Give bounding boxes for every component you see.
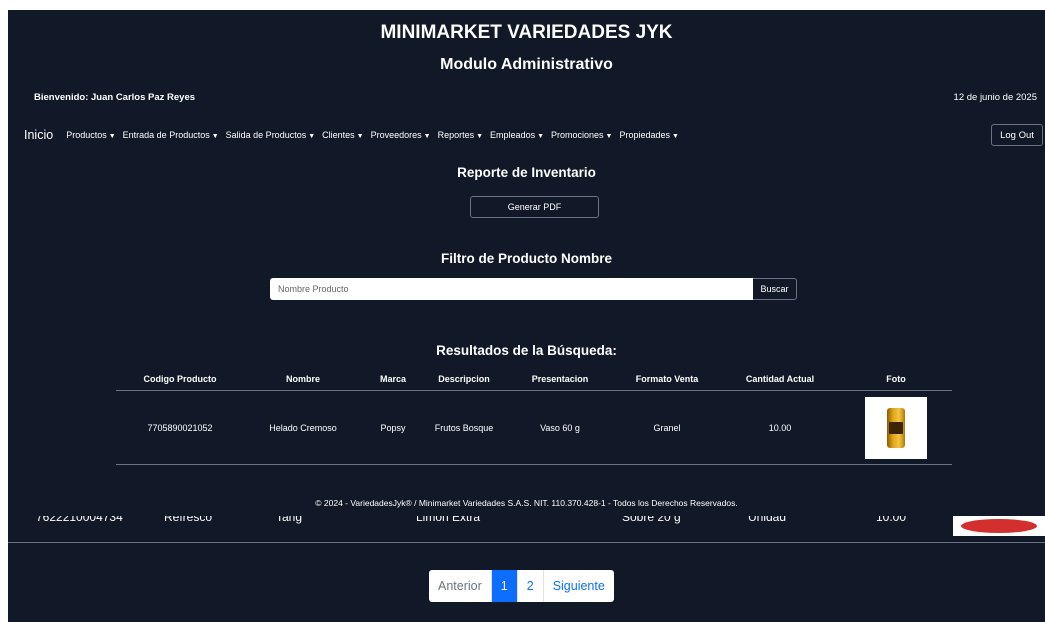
column-header: Foto [886,374,906,384]
nav-label: Proveedores [370,130,422,140]
admin-page: MINIMARKET VARIEDADES JYK Modulo Adminis… [8,10,1045,622]
cell-foto [842,396,950,459]
nav-entrada-productos[interactable]: Entrada de Productos ▼ [123,130,219,140]
caret-down-icon: ▼ [108,133,116,140]
cell-cantidad: 10.00 [768,422,792,433]
column-header: Marca [379,374,406,384]
nav-proveedores[interactable]: Proveedores ▼ [371,130,431,140]
column-header: Formato Venta [635,374,699,384]
product-name-input[interactable]: Nombre Producto [270,278,753,300]
nav-home[interactable]: Inicio [24,128,53,142]
nav-label: Propiedades [619,130,671,140]
cell-marca: Tang [276,516,303,524]
current-date: 12 de junio de 2025 [953,92,1037,103]
cell-formato: Granel [653,422,681,433]
column-header: Presentacion [531,374,589,384]
column-header: Descripcion [438,374,490,384]
filter-title: Filtro de Producto Nombre [440,251,612,266]
nav-propiedades[interactable]: Propiedades ▼ [619,130,678,140]
caret-down-icon: ▼ [672,133,679,140]
site-title: MINIMARKET VARIEDADES JYK [380,22,673,43]
nav-clientes[interactable]: Clientes ▼ [322,130,363,140]
pagination-previous[interactable]: Anterior [429,570,492,602]
nav-empleados[interactable]: Empleados ▼ [490,130,544,140]
caret-down-icon: ▼ [423,133,431,140]
welcome-text: Bienvenido: Juan Carlos Paz Reyes [34,92,196,103]
cell-nombre: Refresco [164,516,213,524]
pagination-page-1[interactable]: 1 [491,570,518,602]
logout-button[interactable]: Log Out [991,124,1043,146]
column-header: Cantidad Actual [745,374,815,384]
column-header: Codigo Producto [143,374,217,384]
search-button[interactable]: Buscar [753,278,797,300]
nav-label: Clientes [322,130,355,140]
background-table-row: 7622210004734 Refresco Tang Limon Extra … [8,516,1045,543]
nav-label: Promociones [551,130,604,140]
cell-nombre: Helado Cremoso [269,422,337,433]
cell-descripcion: Limon Extra [416,516,481,524]
product-photo [865,396,927,459]
generate-pdf-button[interactable]: Generar PDF [470,196,599,218]
product-photo [953,516,1045,536]
cell-presentacion: Sobre 20 g [622,516,681,524]
caret-down-icon: ▼ [211,133,219,140]
table-header: Codigo Producto Nombre Marca Descripcion… [116,368,952,391]
nav-salida-productos[interactable]: Salida de Productos ▼ [226,130,316,140]
results-table: Codigo Producto Nombre Marca Descripcion… [116,368,952,465]
nav-promociones[interactable]: Promociones ▼ [551,130,612,140]
module-title: Modulo Administrativo [440,56,613,73]
cell-codigo: 7622210004734 [36,516,123,524]
caret-down-icon: ▼ [356,133,364,140]
caret-down-icon: ▼ [537,133,545,140]
pagination-page-2[interactable]: 2 [518,570,544,602]
nav-label: Empleados [490,130,536,140]
column-header: Nombre [285,374,320,384]
caret-down-icon: ▼ [308,133,316,140]
nav-label: Entrada de Productos [122,130,210,140]
cell-descripcion: Frutos Bosque [434,422,494,433]
cell-presentacion: Vaso 60 g [540,422,580,433]
table-row: 7705890021052 Helado Cremoso Popsy Fruto… [116,391,952,465]
caret-down-icon: ▼ [605,133,613,140]
footer-text: © 2024 - VariedadesJyk® / Minimarket Var… [315,498,738,508]
report-title: Reporte de Inventario [457,165,596,180]
cell-marca: Popsy [380,422,406,433]
cell-formato: Unidad [748,516,787,524]
nav-label: Productos [66,130,107,140]
cell-codigo: 7705890021052 [147,422,213,433]
caret-down-icon: ▼ [476,133,484,140]
pagination: Anterior 1 2 Siguiente [429,570,614,602]
nav-productos[interactable]: Productos ▼ [66,130,115,140]
nav-label: Reportes [437,130,475,140]
pagination-next[interactable]: Siguiente [544,570,614,602]
nav-reportes[interactable]: Reportes ▼ [438,130,483,140]
main-nav: Inicio Productos ▼ Entrada de Productos ▼ … [24,128,686,142]
results-title: Resultados de la Búsqueda: [436,343,617,358]
nav-label: Salida de Productos [225,130,307,140]
can-image-icon [887,407,905,448]
cell-cantidad: 10.00 [876,516,907,524]
